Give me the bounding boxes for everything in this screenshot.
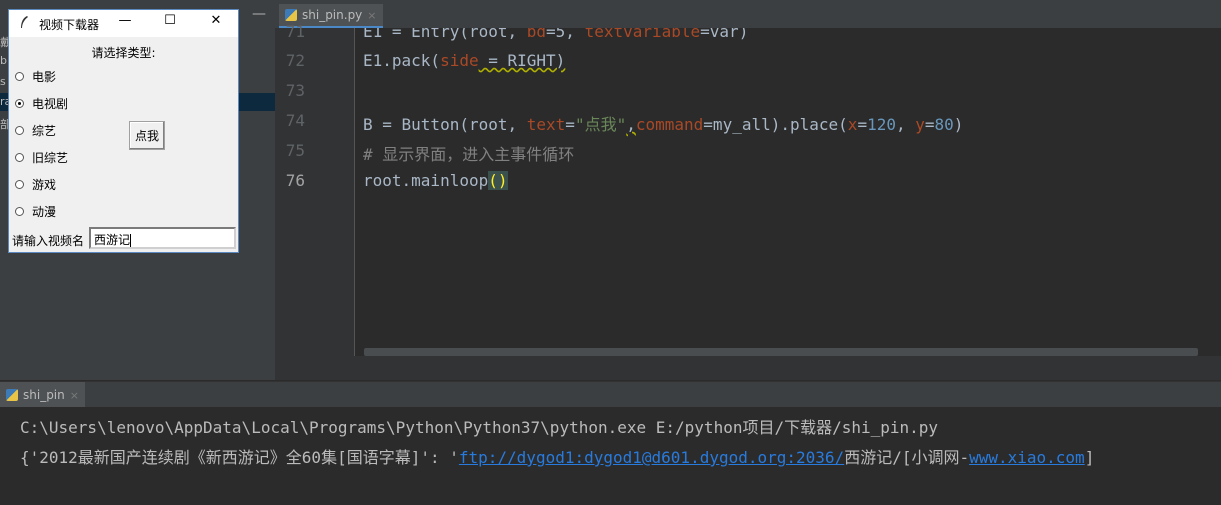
window-titlebar[interactable]: 视频下载器 — ☐ ✕ xyxy=(9,10,238,37)
tk-window: 视频下载器 — ☐ ✕ 请选择类型: 电影 电视剧 综艺 旧综艺 游戏 动漫 点… xyxy=(8,9,239,253)
radio-label: 电视剧 xyxy=(32,96,69,111)
radio-circle-selected[interactable] xyxy=(15,98,24,108)
radio-tv-series[interactable]: 电视剧 xyxy=(15,96,69,111)
radio-variety[interactable]: 综艺 xyxy=(15,123,57,138)
line-number-gutter: 71 72 73 74 75 76 xyxy=(275,22,355,356)
tree-item-fragment[interactable]: b xyxy=(0,54,7,67)
ftp-link[interactable]: ftp://dygod1:dygod1@d601.dygod.org:2036/ xyxy=(459,448,844,467)
run-tab-bar: shi_pin × xyxy=(0,381,1221,408)
radio-movie[interactable]: 电影 xyxy=(15,69,57,84)
site-link[interactable]: www.xiao.com xyxy=(969,448,1085,467)
input-value: 西游记 xyxy=(94,233,131,247)
close-tab-icon[interactable]: × xyxy=(367,9,376,22)
line-number: 76 xyxy=(285,171,305,190)
line-number: 72 xyxy=(285,51,305,70)
line-number: 73 xyxy=(285,81,305,100)
radio-circle[interactable] xyxy=(15,71,24,81)
text-caret xyxy=(130,234,132,247)
minimize-button[interactable]: — xyxy=(113,13,137,33)
python-file-icon xyxy=(285,9,297,21)
video-name-input[interactable]: 西游记 xyxy=(89,227,236,249)
tree-item-fragment[interactable]: s xyxy=(0,75,6,88)
code-line-72: E1.pack(side = RIGHT) xyxy=(363,51,566,70)
video-name-label: 请输入视频名 xyxy=(12,234,85,248)
editor-tab-bar: shi_pin.py × xyxy=(275,0,1221,29)
code-line-75: # 显示界面，进入主事件循环 xyxy=(363,145,575,164)
radio-anime[interactable]: 动漫 xyxy=(15,204,57,219)
horizontal-scrollbar[interactable] xyxy=(364,348,1198,356)
radio-circle[interactable] xyxy=(15,152,24,162)
radio-circle[interactable] xyxy=(15,179,24,189)
close-button[interactable]: ✕ xyxy=(204,13,228,33)
tab-run-shi-pin[interactable]: shi_pin × xyxy=(0,382,85,408)
collapse-panel-icon[interactable]: — xyxy=(252,6,266,22)
radio-circle[interactable] xyxy=(15,206,24,216)
type-prompt-label: 请选择类型: xyxy=(91,46,156,60)
python-run-icon xyxy=(6,389,18,401)
line-number: 71 xyxy=(285,22,305,41)
tab-label: shi_pin.py xyxy=(302,8,363,22)
line-number: 75 xyxy=(285,141,305,160)
code-editor[interactable]: E1 = Entry(root, bd=5, textvariable=var)… xyxy=(355,28,1221,356)
console-line-command: C:\Users\lenovo\AppData\Local\Programs\P… xyxy=(20,418,939,437)
code-line-74: B = Button(root, text="点我",command=my_al… xyxy=(363,115,964,134)
window-title: 视频下载器 xyxy=(39,18,100,32)
radio-label: 游戏 xyxy=(32,177,57,192)
click-me-button[interactable]: 点我 xyxy=(129,121,165,150)
maximize-button[interactable]: ☐ xyxy=(158,13,182,33)
code-line-71: E1 = Entry(root, bd=5, textvariable=var) xyxy=(363,28,749,41)
close-tab-icon[interactable]: × xyxy=(70,389,79,402)
console-line-result: {'2012最新国产连续剧《新西游记》全60集[国语字幕]': 'ftp://d… xyxy=(20,448,1095,467)
console-output[interactable]: C:\Users\lenovo\AppData\Local\Programs\P… xyxy=(0,407,1221,505)
run-tab-label: shi_pin xyxy=(23,388,65,402)
radio-old-variety[interactable]: 旧综艺 xyxy=(15,150,69,165)
radio-label: 旧综艺 xyxy=(32,150,69,165)
radio-label: 动漫 xyxy=(32,204,57,219)
radio-label: 电影 xyxy=(32,69,57,84)
radio-game[interactable]: 游戏 xyxy=(15,177,57,192)
editor-bottom-strip xyxy=(275,356,1221,380)
line-number: 74 xyxy=(285,111,305,130)
feather-icon xyxy=(19,15,29,33)
code-line-76: root.mainloop() xyxy=(363,171,508,190)
radio-label: 综艺 xyxy=(32,123,57,138)
radio-circle[interactable] xyxy=(15,125,24,135)
